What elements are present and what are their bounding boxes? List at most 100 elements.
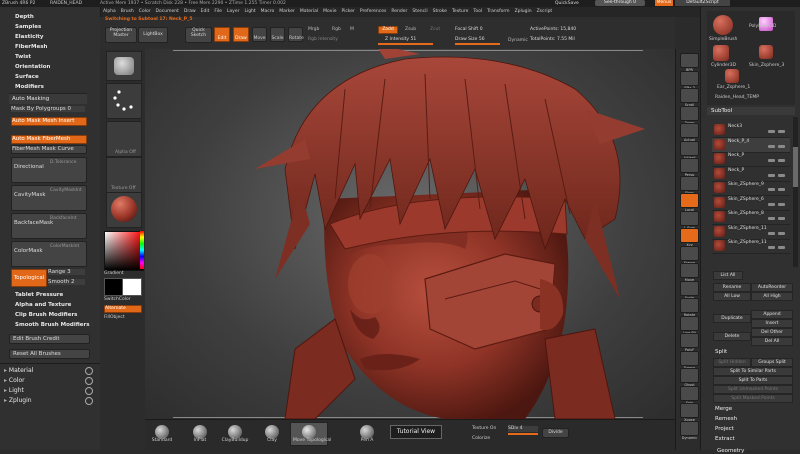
menu-preferences[interactable]: Preferences — [360, 9, 386, 14]
menu-transform[interactable]: Transform — [487, 9, 509, 14]
twist-header[interactable]: Twist — [15, 54, 31, 60]
right-shelf-solo-button[interactable]: Solo — [680, 385, 699, 405]
alternate-button[interactable]: Alternate — [104, 305, 142, 313]
duplicate-button[interactable]: Duplicate — [713, 314, 751, 323]
z-intensity-bar[interactable] — [378, 43, 433, 45]
right-shelf-persp-button[interactable]: Persp — [680, 158, 699, 177]
zplugin-palette[interactable]: ▸ Zplugin — [4, 397, 32, 404]
surface-header[interactable]: Surface — [15, 74, 39, 80]
visibility-eye-icon[interactable] — [768, 202, 775, 206]
menu-document[interactable]: Document — [156, 9, 179, 14]
subtool-header[interactable]: SubTool — [707, 107, 795, 115]
color-palette[interactable]: ▸ Color — [4, 377, 25, 384]
auto-mask-fibermesh-button[interactable]: Auto Mask FiberMesh — [11, 135, 87, 144]
brush-thumbnail[interactable] — [106, 51, 142, 81]
menu-file[interactable]: File — [214, 9, 222, 14]
cavity-mask-group[interactable]: CavityMask CavityMaskInt — [11, 185, 87, 211]
visibility-eye-icon[interactable] — [768, 188, 775, 191]
smooth-slider[interactable]: Smooth 2 — [48, 279, 85, 285]
right-shelf-actual-button[interactable]: Actual — [680, 123, 699, 142]
sdiv-bar[interactable] — [508, 433, 538, 435]
menu-movie[interactable]: Movie — [323, 9, 336, 14]
texture-thumbnail[interactable]: Texture Off — [106, 157, 142, 193]
rgb-intensity-slider[interactable]: Rgb Intensity — [308, 37, 338, 42]
tool-thumb-skin-zsphere[interactable] — [759, 45, 773, 59]
projection-master-button[interactable]: Projection Master — [105, 27, 137, 43]
standard-brush-button[interactable] — [155, 425, 169, 439]
tutorial-view-button[interactable]: Tutorial View — [390, 425, 442, 439]
split-to-parts-button[interactable]: Split To Parts — [713, 376, 793, 385]
tool-thumb-cylinder[interactable] — [713, 45, 729, 61]
samples-header[interactable]: Samples — [15, 24, 41, 30]
merge-header[interactable]: Merge — [715, 406, 732, 412]
polypaint-toggle-icon[interactable] — [778, 130, 785, 133]
right-shelf-l-sym-button[interactable]: L.Sym — [680, 210, 699, 230]
menu-macro[interactable]: Macro — [261, 9, 275, 14]
del-all-button[interactable]: Del All — [751, 337, 793, 346]
visibility-eye-icon[interactable] — [768, 159, 775, 162]
smooth-brush-modifiers-header[interactable]: Smooth Brush Modifiers — [15, 322, 90, 328]
project-header[interactable]: Project — [715, 426, 734, 432]
split-masked-points-button[interactable]: Split Masked Points — [713, 394, 793, 403]
menu-tool[interactable]: Tool — [473, 9, 482, 14]
menu-edit[interactable]: Edit — [201, 9, 210, 14]
right-shelf-transp-button[interactable]: Transp — [680, 350, 699, 370]
scale-button[interactable]: Scale — [270, 27, 285, 42]
autoreorder-button[interactable]: AutoReorder — [751, 283, 793, 292]
menu-brush[interactable]: Brush — [121, 9, 134, 14]
polypaint-toggle-icon[interactable] — [778, 217, 785, 220]
m-button[interactable]: M — [350, 27, 354, 32]
visibility-eye-icon[interactable] — [768, 231, 775, 235]
zsub-button[interactable]: Zsub — [405, 27, 416, 32]
subtool-row[interactable]: Neck_P — [712, 167, 790, 182]
rename-button[interactable]: Rename — [713, 283, 751, 292]
draw-button[interactable]: Draw — [233, 27, 249, 42]
alpha-thumbnail[interactable]: Alpha Off — [106, 121, 142, 157]
rgb-button[interactable]: Rgb — [332, 27, 341, 32]
stroke-thumbnail[interactable] — [106, 83, 142, 119]
draw-size-bar[interactable] — [455, 43, 500, 45]
menu-color[interactable]: Color — [139, 9, 151, 14]
right-shelf-spix-3-button[interactable]: SPix 3 — [680, 70, 699, 90]
right-shelf-aahalf-button[interactable]: AAHalf — [680, 140, 699, 160]
polypaint-toggle-icon[interactable] — [778, 144, 785, 148]
polypaint-toggle-icon[interactable] — [778, 159, 785, 162]
menu-material[interactable]: Material — [300, 9, 318, 14]
right-shelf-local-button[interactable]: Local — [680, 193, 699, 212]
del-other-button[interactable]: Del Other — [751, 328, 793, 337]
lightbox-button[interactable]: LightBox — [138, 27, 168, 43]
polypaint-toggle-icon[interactable] — [778, 188, 785, 191]
menu-layer[interactable]: Layer — [227, 9, 240, 14]
document-canvas[interactable] — [145, 49, 675, 419]
extract-header[interactable]: Extract — [715, 436, 735, 442]
right-shelf-rotate-button[interactable]: Rotate — [680, 298, 699, 317]
right-shelf-polyf-button[interactable]: PolyF — [680, 333, 699, 352]
fibermesh-mask-curve-button[interactable]: FiberMesh Mask Curve — [11, 145, 87, 154]
mrgb-button[interactable]: Mrgb — [308, 27, 319, 32]
move-button[interactable]: Move — [252, 27, 267, 42]
material-thumbnail[interactable] — [106, 192, 142, 228]
right-shelf-scroll-button[interactable]: Scroll — [680, 88, 699, 107]
remesh-header[interactable]: Remesh — [715, 416, 737, 422]
zadd-button[interactable]: Zadd — [378, 26, 398, 34]
modifiers-header[interactable]: Modifiers — [15, 84, 44, 90]
right-shelf-xyz-button[interactable]: Xyz — [680, 228, 699, 247]
right-shelf-floor-button[interactable]: Floor — [680, 175, 699, 195]
split-to-similar-parts-button[interactable]: Split To Similar Parts — [713, 367, 793, 376]
palette-dock-icon[interactable] — [85, 367, 93, 375]
visibility-eye-icon[interactable] — [768, 130, 775, 133]
menu-stroke[interactable]: Stroke — [433, 9, 447, 14]
colorize-toggle[interactable]: Colorize — [472, 436, 490, 441]
fillobject-button[interactable]: FillObject — [104, 315, 125, 320]
polypaint-toggle-icon[interactable] — [778, 246, 785, 249]
depth-header[interactable]: Depth — [15, 14, 34, 20]
draw-size-slider[interactable]: Draw Size 56 — [455, 37, 485, 42]
z-intensity-slider[interactable]: Z Intensity 51 — [385, 37, 416, 42]
menu-alpha[interactable]: Alpha — [103, 9, 116, 14]
all-high-button[interactable]: All High — [751, 292, 793, 301]
subtool-row[interactable]: Neck_P_4 — [712, 137, 790, 153]
right-shelf-scale-button[interactable]: Scale — [680, 280, 699, 300]
insert-button[interactable]: Insert — [751, 319, 793, 328]
tool-thumb-ear[interactable] — [725, 69, 739, 83]
inflat-brush-button[interactable] — [193, 425, 207, 439]
